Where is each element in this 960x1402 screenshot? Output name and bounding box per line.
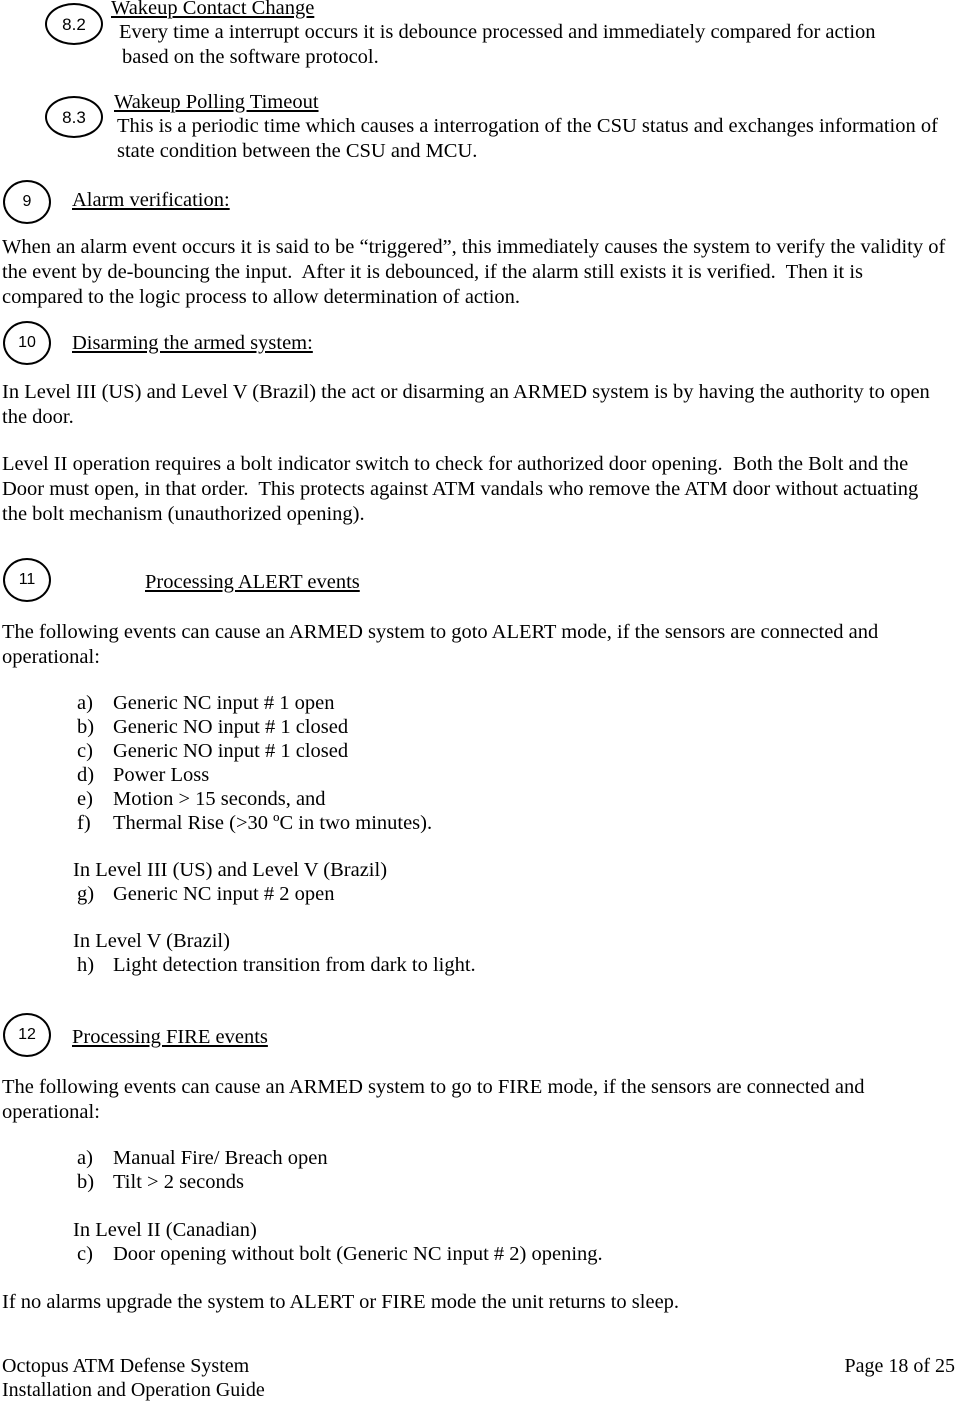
step-badge-8-3: 8.3 <box>45 96 103 138</box>
list-item-text: Light detection transition from dark to … <box>113 954 476 976</box>
list-item-marker: c) <box>77 740 93 762</box>
list-item: b) Generic NO input # 1 closed <box>77 715 348 739</box>
step-badge-12-label: 12 <box>18 1026 36 1043</box>
list-item-text: Power Loss <box>113 764 210 786</box>
step-badge-8-2: 8.2 <box>45 3 103 45</box>
step-badge-9: 9 <box>3 180 51 224</box>
step-badge-8-3-label: 8.3 <box>62 107 86 127</box>
step-badge-10: 10 <box>3 321 51 365</box>
footer-title-line-1: Octopus ATM Defense System <box>2 1355 250 1377</box>
step-badge-12: 12 <box>3 1013 51 1057</box>
list-item-marker: a) <box>77 1147 93 1169</box>
list-item: c) Door opening without bolt (Generic NC … <box>77 1242 603 1266</box>
list-item: e) Motion > 15 seconds, and <box>77 787 326 811</box>
list-item-marker: e) <box>77 788 93 810</box>
section-12-subheading-1: In Level II (Canadian) <box>73 1219 257 1241</box>
list-item-marker: b) <box>77 716 95 738</box>
list-item: d) Power Loss <box>77 763 209 787</box>
list-item-marker: c) <box>77 1243 93 1265</box>
step-badge-11: 11 <box>3 558 51 602</box>
list-item-text: Motion > 15 seconds, and <box>113 788 326 810</box>
section-10-paragraph-2-line-1: Level II operation requires a bolt indic… <box>2 453 909 475</box>
list-item: f) Thermal Rise (>30 ºC in two minutes). <box>77 811 432 835</box>
list-item: c) Generic NO input # 1 closed <box>77 739 348 763</box>
step-badge-9-label: 9 <box>22 193 32 210</box>
section-12-intro-line-2: operational: <box>2 1101 100 1123</box>
section-10-paragraph-2-line-3: the bolt mechanism (unauthorized opening… <box>2 503 365 525</box>
section-12-closing-text: If no alarms upgrade the system to ALERT… <box>2 1291 680 1313</box>
list-item-text: Generic NC input # 2 open <box>113 883 335 905</box>
list-item-text: Generic NO input # 1 closed <box>113 740 349 762</box>
list-item-text: Door opening without bolt (Generic NC in… <box>113 1243 603 1265</box>
section-9-paragraph-line-3: compared to the logic process to allow d… <box>2 286 521 308</box>
section-heading-8-2: Wakeup Contact Change <box>111 0 315 19</box>
list-item-marker: d) <box>77 764 95 786</box>
step-badge-8-2-label: 8.2 <box>62 14 86 34</box>
section-10-paragraph-2-line-2: Door must open, in that order. This prot… <box>2 478 919 500</box>
section-heading-12: Processing FIRE events <box>72 1026 268 1048</box>
step-badge-10-label: 10 <box>18 334 36 351</box>
section-10-paragraph-1-line-2: the door. <box>2 406 74 428</box>
section-heading-10: Disarming the armed system: <box>72 332 313 354</box>
list-item-marker: b) <box>77 1171 95 1193</box>
footer-title-line-2: Installation and Operation Guide <box>2 1379 265 1401</box>
list-item-text: Generic NC input # 1 open <box>113 692 335 714</box>
section-11-intro-line-1: The following events can cause an ARMED … <box>2 621 879 643</box>
section-11-subheading-1: In Level III (US) and Level V (Brazil) <box>73 859 388 881</box>
section-10-paragraph-1-line-1: In Level III (US) and Level V (Brazil) t… <box>2 381 930 403</box>
list-item-text: Manual Fire/ Breach open <box>113 1147 328 1169</box>
section-12-intro-line-1: The following events can cause an ARMED … <box>2 1076 865 1098</box>
document-page: 8.2 Wakeup Contact Change Every time a i… <box>0 0 960 1402</box>
step-badge-11-label: 11 <box>18 571 36 588</box>
list-item: a) Generic NC input # 1 open <box>77 691 334 715</box>
list-item: a) Manual Fire/ Breach open <box>77 1146 328 1170</box>
section-heading-9: Alarm verification: <box>72 189 230 211</box>
section-8-2-body-line-2: based on the software protocol. <box>122 46 379 68</box>
section-heading-11: Processing ALERT events <box>145 571 360 593</box>
list-item-marker: a) <box>77 692 93 714</box>
section-9-paragraph-line-2: the event by de-bouncing the input. Afte… <box>2 261 864 283</box>
list-item-marker: h) <box>77 954 95 976</box>
list-item-text: Tilt > 2 seconds <box>113 1171 244 1193</box>
footer-page-number: Page 18 of 25 <box>844 1355 955 1377</box>
section-11-subheading-2: In Level V (Brazil) <box>73 930 230 952</box>
section-8-3-body-line-2: state condition between the CSU and MCU. <box>117 140 478 162</box>
list-item-text: Thermal Rise (>30 ºC in two minutes). <box>113 812 433 834</box>
list-item-marker: g) <box>77 883 95 905</box>
list-item: b) Tilt > 2 seconds <box>77 1170 244 1194</box>
section-9-paragraph-line-1: When an alarm event occurs it is said to… <box>2 236 946 258</box>
list-item: g) Generic NC input # 2 open <box>77 882 334 906</box>
list-item-text: Generic NO input # 1 closed <box>113 716 349 738</box>
section-heading-8-3: Wakeup Polling Timeout <box>114 91 319 113</box>
list-item: h) Light detection transition from dark t… <box>77 953 476 977</box>
list-item-marker: f) <box>77 812 91 834</box>
section-11-intro-line-2: operational: <box>2 646 100 668</box>
section-8-2-body-line-1: Every time a interrupt occurs it is debo… <box>119 21 876 43</box>
section-8-3-body-line-1: This is a periodic time which causes a i… <box>117 115 938 137</box>
